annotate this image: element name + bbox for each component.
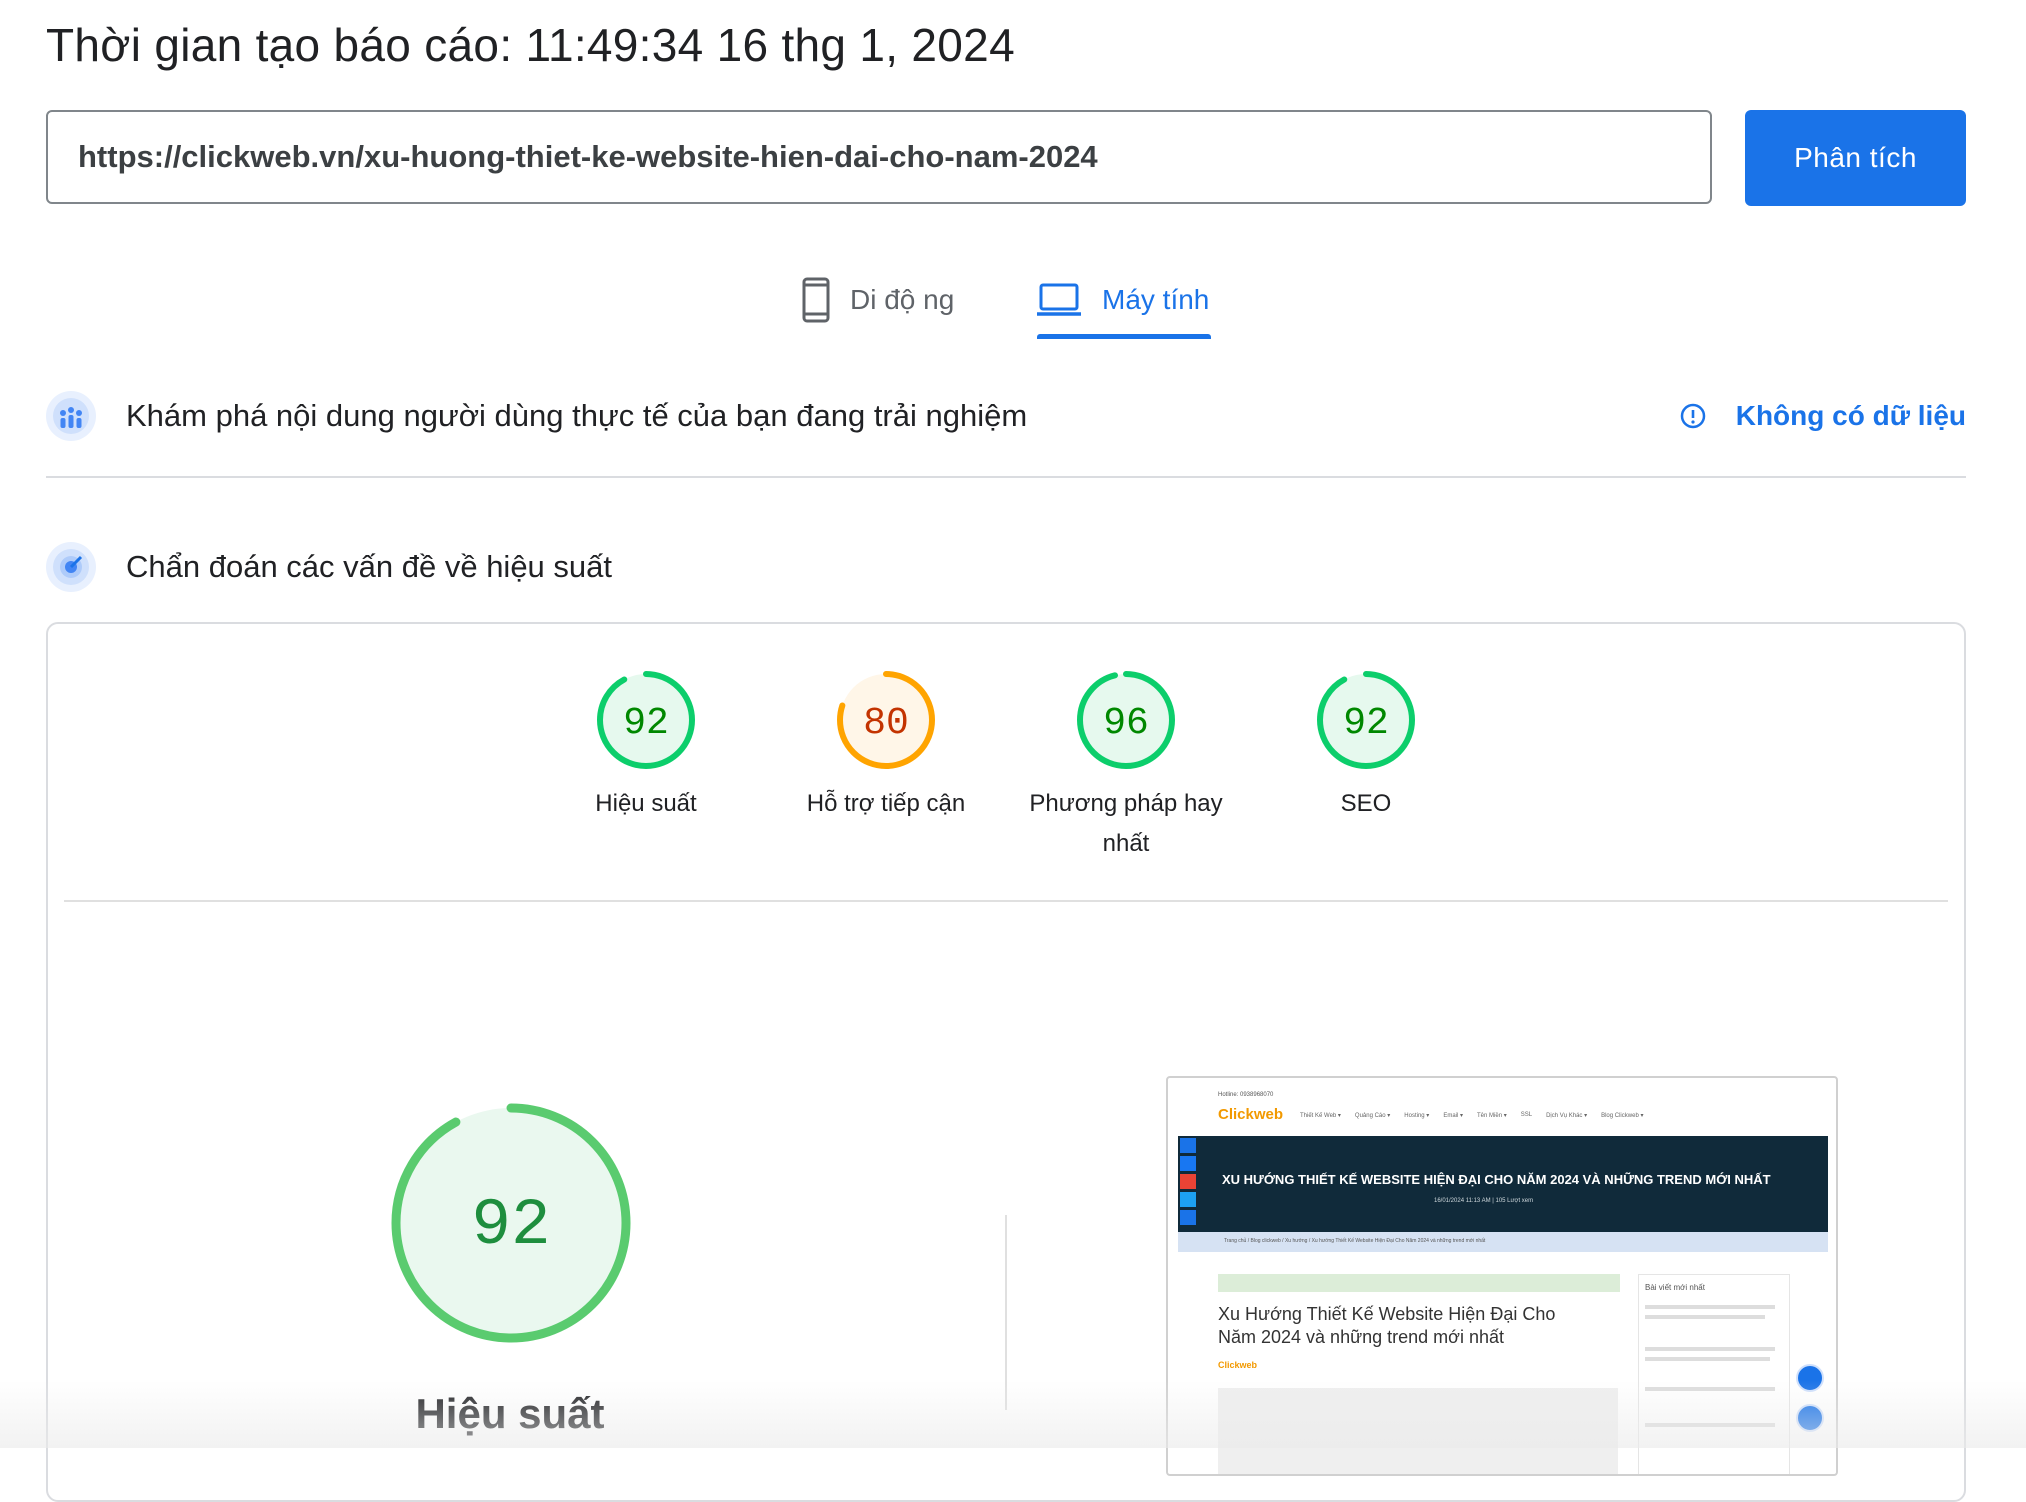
gauge-performance[interactable]: 92 Hiệu suất <box>571 670 721 824</box>
screenshot-nav-item: SSL <box>1520 1112 1533 1118</box>
gauge-ring: 92 <box>1317 671 1415 769</box>
url-input[interactable]: https://clickweb.vn/xu-huong-thiet-ke-we… <box>46 110 1712 204</box>
screenshot-nav: Thiết Kế Web ▾ Quảng Cáo ▾ Hosting ▾ Ema… <box>1300 1112 1643 1119</box>
analyze-button[interactable]: Phân tích <box>1745 110 1966 206</box>
gauge-score: 92 <box>1343 702 1389 745</box>
screenshot-banner-title: XU HƯỚNG THIẾT KẾ WEBSITE HIỆN ĐẠI CHO N… <box>1222 1172 1771 1187</box>
screenshot-article-title-1: Xu Hướng Thiết Kế Website Hiện Đại Cho <box>1218 1304 1556 1324</box>
screenshot-sidebar: Bài viết mới nhất <box>1638 1274 1790 1474</box>
no-data-label: Không có dữ liệu <box>1735 400 1966 431</box>
gauge-ring: 96 <box>1077 671 1175 769</box>
gauge-ring: 92 <box>597 671 695 769</box>
screenshot-chat-icon <box>1796 1364 1824 1392</box>
final-screenshot[interactable]: Hotline: 0938968070 Clickweb Thiết Kế We… <box>1166 1076 1838 1476</box>
diagnose-section: Chẩn đoán các vấn đề về hiệu suất <box>46 541 1966 593</box>
phone-icon <box>802 277 830 323</box>
screenshot-phone-icon <box>1796 1404 1824 1432</box>
screenshot-author-logo: Clickweb <box>1218 1360 1258 1370</box>
screenshot-article-title-2: Năm 2024 và những trend mới nhất <box>1218 1327 1505 1347</box>
lab-diagnose-icon <box>46 542 96 592</box>
field-data-title: Khám phá nội dung người dùng thực tế của… <box>126 398 1028 433</box>
screenshot-sidebar-title: Bài viết mới nhất <box>1645 1283 1705 1292</box>
no-data-link[interactable]: Không có dữ liệu <box>1680 400 1966 432</box>
screenshot-notice <box>1218 1274 1620 1292</box>
screenshot-nav-item: Blog Clickweb ▾ <box>1601 1113 1644 1119</box>
gauge-score: 92 <box>623 702 669 745</box>
gauge-score: 96 <box>1103 702 1149 745</box>
screenshot-nav-item: Hosting ▾ <box>1404 1113 1430 1119</box>
screenshot-nav-item: Email ▾ <box>1443 1113 1464 1119</box>
gauge-label: SEO <box>1340 790 1392 817</box>
gauge-label: Phương pháp hay nhất <box>1029 790 1223 857</box>
screenshot-banner: XU HƯỚNG THIẾT KẾ WEBSITE HIỆN ĐẠI CHO N… <box>1178 1136 1828 1232</box>
screenshot-hotline: Hotline: 0938968070 <box>1218 1092 1274 1098</box>
tab-selected-indicator <box>1037 334 1211 339</box>
gauge-ring: 80 <box>837 671 935 769</box>
section-divider <box>46 476 1966 478</box>
screenshot-breadcrumb: Trang chủ / Blog clickweb / Xu hướng / X… <box>1224 1238 1486 1244</box>
gauge-accessibility[interactable]: 80 Hỗ trợ tiếp cận <box>807 670 965 824</box>
performance-title: Hiệu suất <box>415 1390 605 1437</box>
gauge-seo[interactable]: 92 SEO <box>1291 670 1441 824</box>
gauge-label: Hỗ trợ tiếp cận <box>806 790 966 817</box>
tab-mobile-label: Di độ ng <box>850 284 955 315</box>
info-icon <box>1680 403 1705 429</box>
screenshot-share-bar <box>1180 1138 1196 1230</box>
gauge-score: 80 <box>863 702 909 745</box>
screenshot-nav-item: Dịch Vụ Khác ▾ <box>1546 1113 1588 1119</box>
gauge-label: Hiệu suất <box>595 790 697 817</box>
field-data-section: Khám phá nội dung người dùng thực tế của… <box>46 390 1966 442</box>
gauge-best-practices[interactable]: 96 Phương pháp hay nhất <box>1029 670 1223 864</box>
tab-mobile[interactable]: Di độ ng <box>802 260 954 340</box>
screenshot-toc <box>1218 1388 1618 1474</box>
panel-vertical-divider <box>1005 1215 1007 1410</box>
screenshot-breadcrumb-bar: Trang chủ / Blog clickweb / Xu hướng / X… <box>1178 1232 1828 1252</box>
crux-users-icon <box>46 391 96 441</box>
screenshot-nav-item: Quảng Cáo ▾ <box>1354 1113 1391 1119</box>
tab-desktop[interactable]: Máy tính <box>1036 260 1209 340</box>
performance-big-gauge: 92 <box>391 1103 631 1343</box>
screenshot-banner-meta: 16/01/2024 11:13 AM | 105 Lượt xem <box>1434 1198 1534 1204</box>
performance-big-score: 92 <box>471 1188 550 1263</box>
diagnose-title: Chẩn đoán các vấn đề về hiệu suất <box>126 549 613 584</box>
screenshot-nav-item: Tên Miền ▾ <box>1477 1113 1507 1119</box>
tab-desktop-label: Máy tính <box>1102 284 1210 315</box>
panel-divider <box>64 900 1948 902</box>
screenshot-nav-item: Thiết Kế Web ▾ <box>1300 1113 1341 1119</box>
screenshot-logo: Clickweb <box>1218 1106 1284 1123</box>
report-time: Thời gian tạo báo cáo: 11:49:34 16 thg 1… <box>46 19 1015 71</box>
laptop-icon <box>1037 283 1081 316</box>
